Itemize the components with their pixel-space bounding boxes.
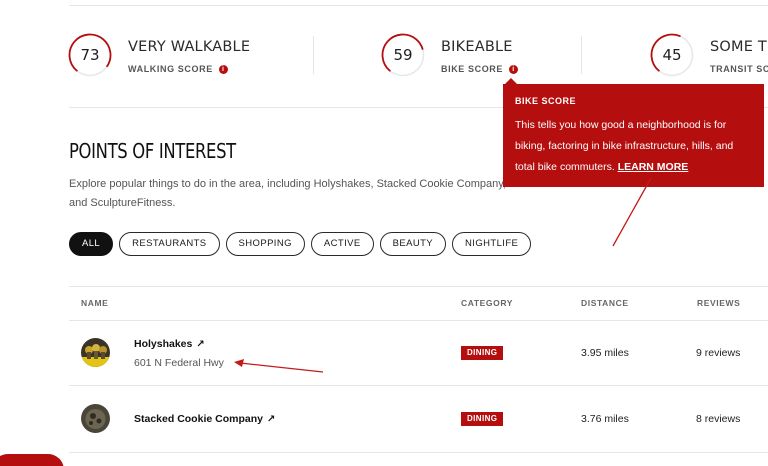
filter-all[interactable]: ALL (69, 232, 114, 256)
column-header-reviews[interactable]: REVIEWS (697, 298, 740, 308)
bike-score-tooltip: BIKE SCORE This tells you how good a nei… (503, 78, 764, 187)
place-thumbnail (81, 404, 110, 433)
external-link-icon[interactable]: ↗ (196, 339, 204, 350)
learn-more-link[interactable]: LEARN MORE (618, 161, 689, 173)
bike-score-title: BIKEABLE (441, 39, 513, 55)
distance-value: 3.95 miles (581, 347, 629, 359)
filter-nightlife[interactable]: NIGHTLIFE (452, 232, 532, 256)
place-name[interactable]: Stacked Cookie Company (134, 413, 263, 425)
reviews-value: 9 reviews (696, 347, 741, 359)
info-icon[interactable]: i (509, 64, 519, 74)
walk-score-gauge: 73 (68, 33, 112, 77)
chat-widget-tab[interactable] (0, 454, 64, 466)
place-address: 601 N Federal Hwy (134, 357, 224, 369)
score-separator (581, 36, 582, 74)
bike-score-value: 59 (393, 46, 413, 64)
column-header-distance[interactable]: DISTANCE (581, 298, 629, 308)
category-badge: DINING (461, 412, 504, 426)
info-icon[interactable]: i (218, 64, 228, 74)
table-row[interactable]: Holyshakes ↗ 601 N Federal Hwy DINING 3.9… (69, 321, 768, 385)
column-header-category[interactable]: CATEGORY (461, 298, 513, 308)
filter-beauty[interactable]: BEAUTY (379, 232, 447, 256)
poi-description: Explore popular things to do in the area… (69, 178, 506, 209)
reviews-value: 8 reviews (696, 413, 741, 425)
table-top-divider (69, 286, 768, 287)
transit-score-gauge: 45 (650, 33, 694, 77)
transit-score-title: SOME TRANSIT (710, 39, 768, 55)
top-divider (69, 0, 768, 6)
column-header-name[interactable]: NAME (81, 298, 108, 308)
place-thumbnail (81, 338, 110, 367)
walk-score: 73 VERY WALKABLE WALKING SCORE i (68, 33, 250, 77)
bike-score-gauge: 59 (381, 33, 425, 77)
table-row[interactable]: Stacked Cookie Company ↗ DINING 3.76 mile… (69, 386, 768, 452)
place-name[interactable]: Holyshakes (134, 338, 192, 350)
category-filters: ALL RESTAURANTS SHOPPING ACTIVE BEAUTY N… (69, 232, 537, 256)
walk-score-label: WALKING SCORE (128, 64, 213, 74)
transit-score: 45 SOME TRANSIT TRANSIT SCOREi (650, 33, 768, 77)
transit-score-value: 45 (662, 46, 682, 64)
filter-active[interactable]: ACTIVE (310, 232, 374, 256)
walk-score-value: 73 (80, 46, 100, 64)
category-badge: DINING (461, 346, 504, 360)
bike-score-label: BIKE SCORE (441, 64, 504, 74)
tooltip-title: BIKE SCORE (515, 96, 577, 106)
filter-restaurants[interactable]: RESTAURANTS (119, 232, 220, 256)
page-title: POINTS OF INTEREST (69, 139, 236, 163)
row-divider (69, 452, 768, 453)
filter-shopping[interactable]: SHOPPING (225, 232, 305, 256)
distance-value: 3.76 miles (581, 413, 629, 425)
score-separator (313, 36, 314, 74)
walk-score-title: VERY WALKABLE (128, 39, 251, 55)
transit-score-label: TRANSIT SCORE (710, 64, 768, 74)
tooltip-body: This tells you how good a neighborhood i… (515, 115, 752, 178)
place-name-link[interactable]: Holyshakes ↗ (134, 338, 205, 350)
bike-score: 59 BIKEABLE BIKE SCORE i (381, 33, 519, 77)
place-name-link[interactable]: Stacked Cookie Company ↗ (134, 413, 275, 425)
external-link-icon[interactable]: ↗ (267, 414, 275, 425)
